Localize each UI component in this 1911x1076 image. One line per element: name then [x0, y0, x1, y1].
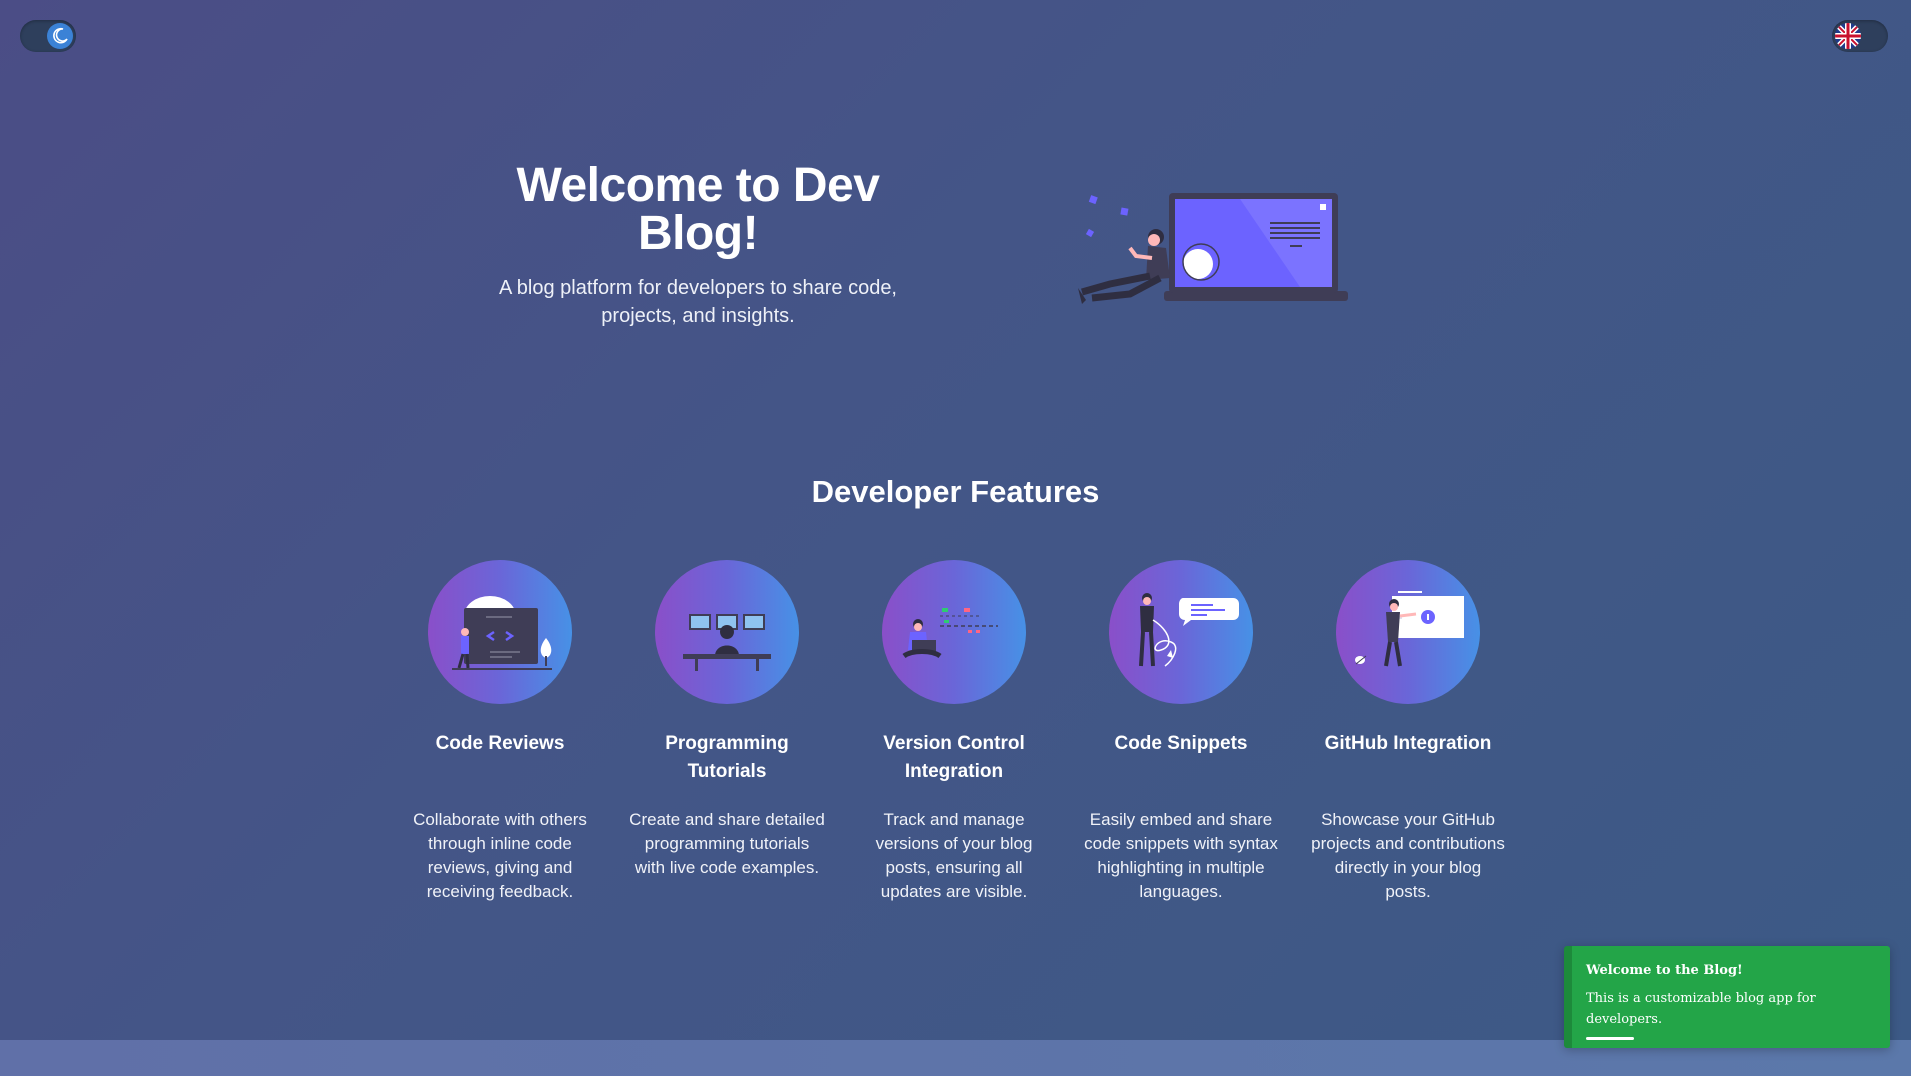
theme-toggle[interactable]	[20, 20, 76, 52]
features-heading: Developer Features	[811, 474, 1100, 509]
feature-title: Version Control Integration	[883, 733, 1025, 782]
language-toggle[interactable]	[1832, 20, 1888, 52]
feature-card: Code Snippets Easily embed and share cod…	[1083, 560, 1279, 904]
feature-description: Collaborate with others through inline c…	[413, 810, 587, 901]
feature-card: Version Control Integration Track and ma…	[856, 560, 1052, 904]
feature-card: GitHub Integration Showcase your GitHub …	[1310, 560, 1506, 904]
toast-title: Welcome to the Blog!	[1586, 963, 1743, 978]
feature-description: Easily embed and share code snippets wit…	[1084, 810, 1278, 901]
feature-title: Programming Tutorials	[665, 733, 789, 782]
version-control-illustration	[882, 560, 1026, 704]
toast-message: This is a customizable blog app for deve…	[1586, 991, 1816, 1027]
code-snippets-illustration	[1109, 560, 1253, 704]
welcome-toast[interactable]: Welcome to the Blog! This is a customiza…	[1564, 946, 1890, 1048]
page: Welcome to Dev Blog! A blog platform for…	[0, 0, 1911, 1040]
uk-flag-icon	[1835, 23, 1861, 49]
feature-title: GitHub Integration	[1324, 733, 1492, 754]
moon-icon	[47, 23, 73, 49]
feature-description: Showcase your GitHub projects and contri…	[1311, 810, 1505, 901]
toast-progress-bar	[1586, 1037, 1634, 1040]
hero: Welcome to Dev Blog! A blog platform for…	[470, 162, 926, 330]
feature-title: Code Reviews	[435, 733, 565, 754]
feature-card: Programming Tutorials Create and share d…	[629, 560, 825, 880]
code-review-illustration	[428, 560, 572, 704]
programming-tutorials-illustration	[655, 560, 799, 704]
hero-title: Welcome to Dev Blog!	[516, 159, 880, 260]
feature-card: Code Reviews Collaborate with others thr…	[402, 560, 598, 904]
feature-description: Create and share detailed programming tu…	[629, 810, 825, 877]
hero-subtitle: A blog platform for developers to share …	[498, 277, 897, 327]
feature-title: Code Snippets	[1114, 733, 1248, 754]
github-integration-illustration	[1336, 560, 1480, 704]
developer-laptop-illustration	[1070, 188, 1352, 314]
feature-description: Track and manage versions of your blog p…	[875, 810, 1033, 901]
